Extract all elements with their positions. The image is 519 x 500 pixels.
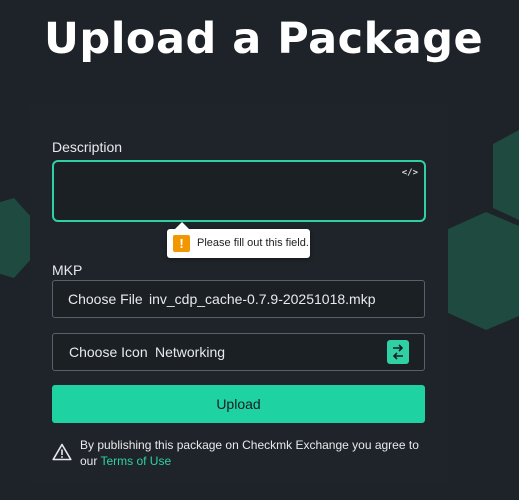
mkp-label: MKP [52, 262, 83, 278]
selected-icon-name: Networking [155, 344, 226, 360]
terms-of-use-link[interactable]: Terms of Use [100, 454, 171, 468]
description-label: Description [52, 139, 123, 155]
hexagon-decoration-right-bottom [446, 212, 519, 330]
mkp-file-input[interactable]: Choose File inv_cdp_cache-0.7.9-20251018… [52, 280, 425, 318]
exclamation-icon: ! [173, 235, 190, 252]
page-title: Upload a Package [44, 14, 484, 64]
hexagon-decoration-right-top [493, 130, 519, 220]
choose-file-button[interactable]: Choose File [68, 291, 143, 307]
validation-tooltip: ! Please fill out this field. [167, 222, 310, 258]
hexagon-decoration-left [0, 198, 32, 278]
choose-icon-button[interactable]: Choose Icon [69, 344, 148, 360]
swap-icon[interactable] [387, 340, 409, 364]
warning-icon [52, 443, 72, 461]
selected-file-name: inv_cdp_cache-0.7.9-20251018.mkp [149, 291, 376, 307]
code-icon[interactable]: </> [402, 168, 418, 178]
description-textarea[interactable]: </> [52, 160, 426, 222]
upload-button[interactable]: Upload [52, 385, 425, 423]
terms-notice: By publishing this package on Checkmk Ex… [80, 437, 425, 469]
validation-message: Please fill out this field. [197, 237, 309, 249]
icon-select[interactable]: Choose Icon Networking [52, 333, 425, 371]
